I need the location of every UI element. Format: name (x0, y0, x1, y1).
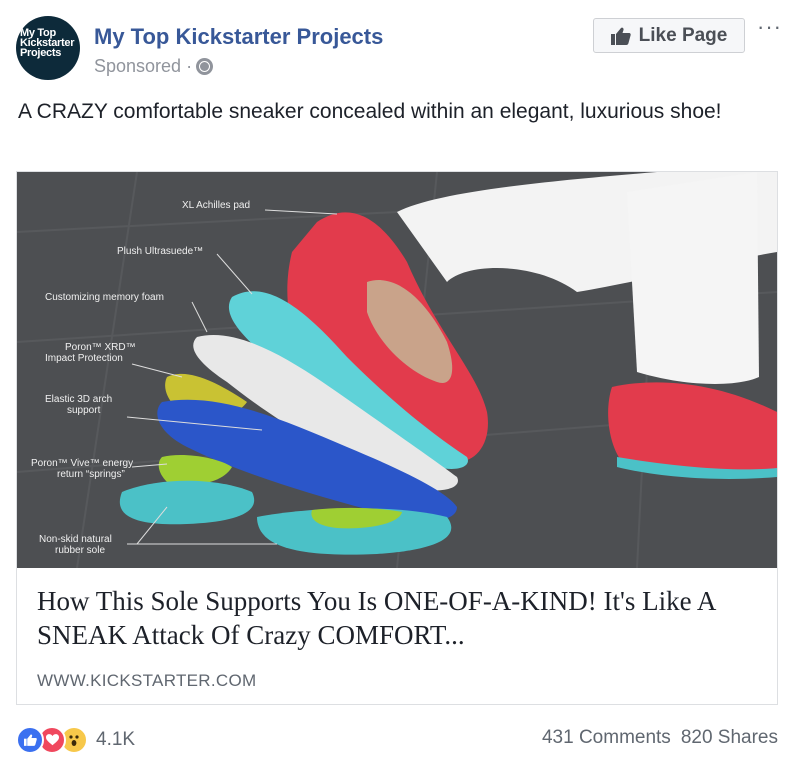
image-label-memory-foam: Customizing memory foam (45, 292, 164, 303)
shares-count-link[interactable]: 820 Shares (681, 727, 778, 749)
reactions-summary[interactable]: 4.1K (16, 726, 135, 754)
image-label-springs: return “springs” (57, 469, 125, 480)
thumbs-up-icon (610, 27, 631, 45)
globe-icon (196, 58, 214, 75)
post-message: A CRAZY comfortable sneaker concealed wi… (18, 100, 722, 123)
card-domain: WWW.KICKSTARTER.COM (37, 671, 257, 690)
image-label-sole: rubber sole (55, 545, 105, 556)
image-label-rubber: Non-skid natural (39, 534, 112, 545)
avatar-logo-text: My Top Kickstarter Projects (20, 27, 75, 59)
reaction-count: 4.1K (96, 729, 136, 750)
image-label-support: support (67, 405, 101, 416)
link-preview-card[interactable]: XL Achilles pad Plush Ultrasuede™ Custom… (16, 171, 778, 705)
like-page-button[interactable]: Like Page (593, 18, 745, 53)
comments-count-link[interactable]: 431 Comments (542, 727, 671, 749)
shoe-ad-image[interactable]: XL Achilles pad Plush Ultrasuede™ Custom… (17, 172, 777, 568)
more-options-icon[interactable]: ··· (757, 14, 782, 40)
sponsored-label: Sponsored · (94, 56, 214, 77)
image-label-arch: Elastic 3D arch (45, 394, 112, 405)
image-label-achilles: XL Achilles pad (182, 200, 250, 211)
like-icon (16, 726, 44, 754)
page-avatar[interactable]: My Top Kickstarter Projects (16, 16, 80, 80)
like-page-label: Like Page (638, 24, 728, 46)
image-label-poron-xrd: Poron™ XRD™ (65, 342, 136, 353)
sponsored-text: Sponsored · (94, 56, 193, 76)
image-label-ultrasuede: Plush Ultrasuede™ (117, 246, 203, 257)
card-headline[interactable]: How This Sole Supports You Is ONE-OF-A-K… (37, 584, 757, 652)
image-label-vive: Poron™ Vive™ energy (31, 458, 133, 469)
image-label-impact: Impact Protection (45, 353, 123, 364)
engagement-stats: 431 Comments 820 Shares (542, 727, 778, 749)
page-name-link[interactable]: My Top Kickstarter Projects (94, 24, 383, 50)
